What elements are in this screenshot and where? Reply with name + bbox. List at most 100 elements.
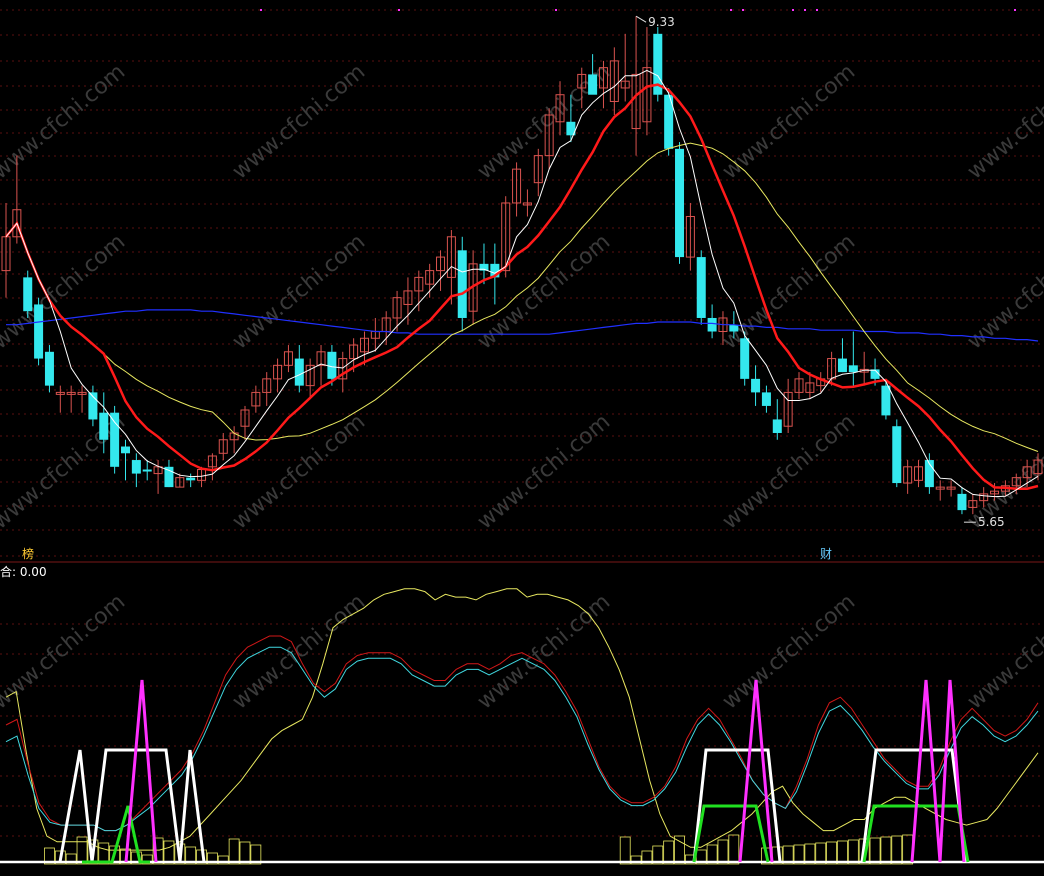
- candle-body: [327, 351, 337, 379]
- candle: [34, 297, 44, 366]
- bottom-bar: [76, 836, 88, 865]
- bottom-bar: [837, 840, 848, 865]
- top-marker: [816, 9, 818, 11]
- candle: [772, 399, 782, 440]
- candle: [631, 16, 641, 156]
- candle-body: [729, 324, 739, 332]
- candle: [120, 439, 130, 481]
- candle-body: [957, 493, 967, 511]
- candle: [294, 345, 304, 393]
- candle-body: [142, 469, 152, 472]
- candle: [696, 250, 706, 325]
- candle: [935, 480, 945, 501]
- candle-body: [457, 250, 467, 318]
- candle: [783, 378, 793, 433]
- candle: [164, 460, 174, 488]
- bottom-bar: [826, 841, 837, 865]
- watermark-text: www.cfchi.com: [963, 59, 1044, 184]
- annotation-right: 财: [820, 547, 832, 561]
- watermark-text: www.cfchi.com: [0, 229, 130, 354]
- bottom-bar: [847, 839, 859, 865]
- candle: [837, 338, 847, 373]
- candle-body: [675, 148, 685, 258]
- top-marker: [260, 9, 262, 11]
- candle: [881, 378, 891, 420]
- watermark-text: www.cfchi.com: [228, 59, 370, 184]
- bottom-bar: [869, 837, 881, 865]
- candle: [240, 405, 250, 440]
- signal-magenta-2: [738, 679, 774, 863]
- top-marker: [792, 9, 794, 11]
- candle-body: [707, 317, 717, 332]
- top-marker: [804, 9, 806, 11]
- bottom-bar: [674, 835, 685, 865]
- candle: [23, 270, 33, 318]
- candle: [44, 345, 54, 393]
- candle-body: [881, 385, 891, 416]
- candle: [848, 331, 858, 386]
- candle-body: [751, 378, 761, 393]
- candle: [588, 54, 598, 95]
- candle-body: [772, 419, 782, 433]
- candle-body: [696, 257, 706, 318]
- candle: [457, 236, 467, 332]
- watermark-text: www.cfchi.com: [228, 409, 370, 534]
- candle: [957, 487, 967, 515]
- top-marker: [555, 9, 557, 11]
- indicator-panel: [0, 588, 1044, 865]
- signal-green-2: [692, 804, 770, 863]
- candle: [924, 453, 934, 494]
- candle-body: [99, 412, 109, 440]
- bottom-bar: [717, 839, 729, 865]
- candle: [186, 473, 196, 488]
- watermark-text: www.cfchi.com: [718, 229, 860, 354]
- candle-body: [34, 304, 44, 359]
- candle-body: [131, 460, 141, 474]
- candle: [414, 270, 424, 312]
- candle: [620, 33, 630, 102]
- candle-body: [837, 358, 847, 373]
- candle: [142, 460, 152, 481]
- candle: [827, 351, 837, 386]
- top-marker: [398, 9, 400, 11]
- watermark-text: www.cfchi.com: [0, 59, 130, 184]
- candle: [110, 405, 120, 474]
- watermark-text: www.cfchi.com: [0, 589, 130, 714]
- candle: [262, 372, 272, 406]
- candle: [512, 162, 522, 217]
- candle-body: [110, 412, 120, 467]
- price-high-label: 9.33: [648, 15, 675, 29]
- bottom-bar: [663, 840, 675, 865]
- candlesticks[interactable]: [1, 16, 1043, 515]
- candle-body: [23, 277, 33, 312]
- candle: [273, 358, 283, 393]
- candle-body: [186, 477, 196, 481]
- candle: [946, 480, 956, 497]
- indicator-header: 合: 0.00: [0, 564, 47, 579]
- candle: [707, 304, 717, 339]
- watermark-text: www.cfchi.com: [228, 229, 370, 354]
- top-marker: [1014, 9, 1016, 11]
- candle: [207, 453, 217, 481]
- candle: [218, 432, 228, 461]
- candle-body: [588, 74, 598, 95]
- candle: [675, 142, 685, 264]
- stock-chart[interactable]: www.cfchi.com www.cfchi.com www.cfchi.com w…: [0, 0, 1044, 876]
- candle-body: [294, 358, 304, 386]
- candle: [392, 290, 402, 332]
- candle: [283, 345, 293, 373]
- candle: [751, 365, 761, 406]
- candle: [664, 87, 674, 156]
- indicator-yellow-line: [5, 588, 1039, 851]
- watermark-text: www.cfchi.com: [718, 589, 860, 714]
- annotation-left: 榜: [22, 546, 34, 561]
- candle: [1, 202, 11, 298]
- watermark-text: www.cfchi.com: [473, 229, 615, 354]
- watermark-text: www.cfchi.com: [718, 409, 860, 534]
- signal-magenta-1: [124, 679, 158, 863]
- candle: [522, 189, 532, 217]
- candle: [794, 372, 804, 400]
- candle-body: [44, 351, 54, 386]
- price-high-pointer: [635, 15, 647, 23]
- candle: [436, 250, 446, 291]
